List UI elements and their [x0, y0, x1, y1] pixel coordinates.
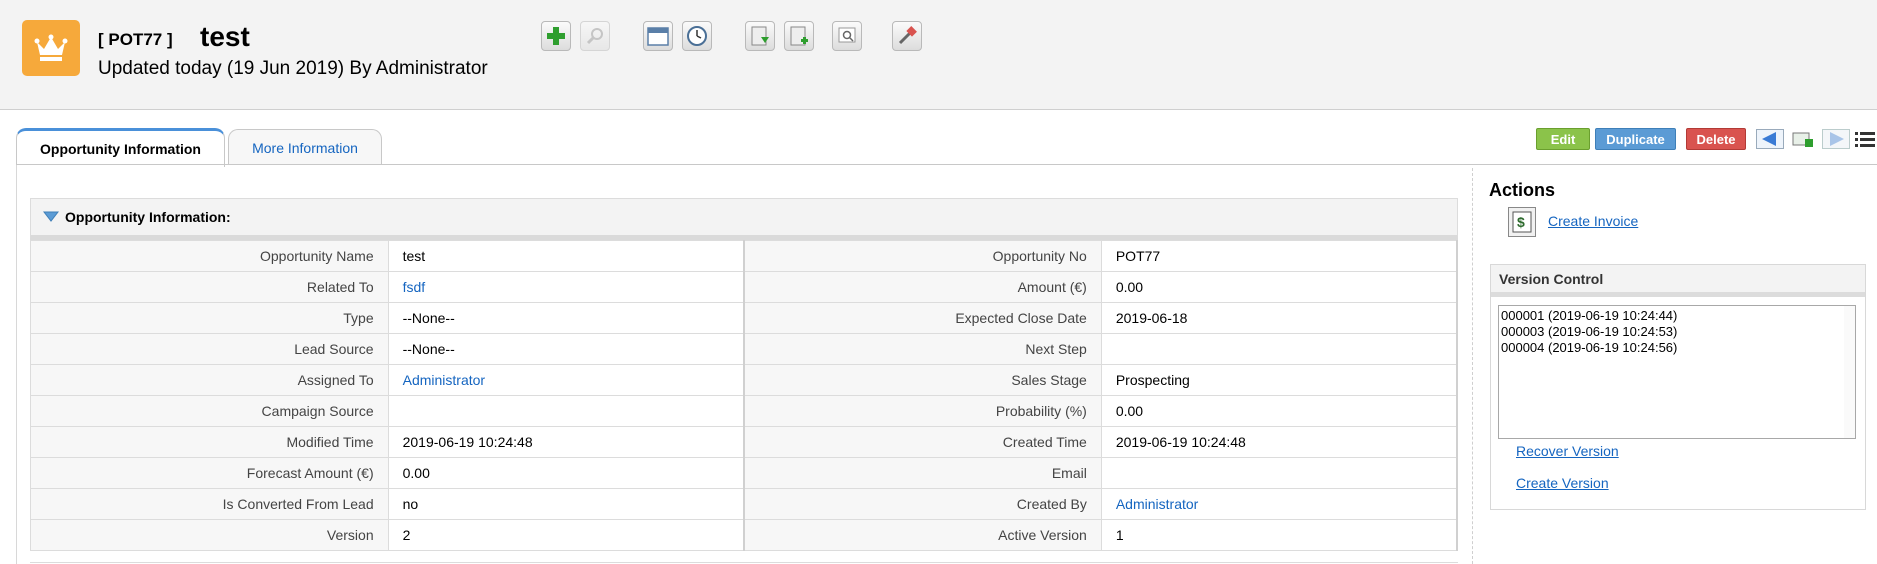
field-value: Administrator	[1100, 488, 1458, 520]
invoice-icon[interactable]: $	[1508, 207, 1536, 237]
svg-text:$: $	[1517, 214, 1525, 230]
add-icon[interactable]	[541, 21, 571, 51]
export-icon[interactable]	[784, 21, 814, 51]
field-label: Active Version	[743, 519, 1102, 551]
sidebar-divider	[1472, 168, 1473, 564]
field-value	[387, 395, 745, 427]
field-label: Assigned To	[30, 364, 389, 396]
tab-more-information[interactable]: More Information	[228, 129, 382, 165]
field-label: Version	[30, 519, 389, 551]
table-row: Related To fsdf Amount (€) 0.00	[30, 271, 1458, 303]
field-value: Administrator	[387, 364, 745, 396]
field-label: Next Step	[743, 333, 1102, 365]
table-row: Lead Source --None-- Next Step	[30, 333, 1458, 365]
field-value: 0.00	[387, 457, 745, 489]
field-label: Email	[743, 457, 1102, 489]
field-value: POT77	[1100, 240, 1458, 272]
settings-icon[interactable]	[892, 21, 922, 51]
duplicate-button[interactable]: Duplicate	[1595, 128, 1676, 150]
collapse-chevron-icon[interactable]	[42, 209, 60, 225]
version-list[interactable]: 000001 (2019-06-19 10:24:44) 000003 (201…	[1498, 305, 1845, 439]
field-value: 0.00	[1100, 395, 1458, 427]
field-label: Sales Stage	[743, 364, 1102, 396]
updated-info: Updated today (19 Jun 2019) By Administr…	[98, 58, 488, 79]
record-number: [ POT77 ]	[98, 30, 173, 49]
section-header[interactable]: Opportunity Information:	[30, 198, 1458, 240]
field-value: 2019-06-19 10:24:48	[1100, 426, 1458, 458]
field-value-link[interactable]: Administrator	[1116, 496, 1198, 512]
version-control-title: Version Control	[1491, 265, 1865, 297]
field-value: 2	[387, 519, 745, 551]
delete-button[interactable]: Delete	[1686, 128, 1746, 150]
import-icon[interactable]	[745, 21, 775, 51]
opportunity-info-table: Opportunity Name test Opportunity No POT77 R…	[30, 240, 1458, 551]
field-value: --None--	[387, 302, 745, 334]
field-value: 2019-06-19 10:24:48	[387, 426, 745, 458]
field-label: Probability (%)	[743, 395, 1102, 427]
clock-icon[interactable]	[682, 21, 712, 51]
field-value: 0.00	[1100, 271, 1458, 303]
field-label: Opportunity No	[743, 240, 1102, 272]
tab-opportunity-information[interactable]: Opportunity Information	[16, 128, 225, 167]
table-row: Modified Time 2019-06-19 10:24:48 Created …	[30, 426, 1458, 458]
field-value: Prospecting	[1100, 364, 1458, 396]
table-row: Type --None-- Expected Close Date 2019-06-1…	[30, 302, 1458, 334]
record-header: [ POT77 ] test Updated today (19 Jun 201…	[0, 0, 1877, 110]
field-value: fsdf	[387, 271, 745, 303]
field-label: Created Time	[743, 426, 1102, 458]
create-invoice-link[interactable]: Create Invoice	[1548, 213, 1638, 229]
table-row: Version 2 Active Version 1	[30, 519, 1458, 551]
version-control-panel: Version Control 000001 (2019-06-19 10:24…	[1490, 264, 1866, 510]
actions-title: Actions	[1489, 180, 1556, 200]
version-item[interactable]: 000004 (2019-06-19 10:24:56)	[1501, 340, 1842, 356]
version-item[interactable]: 000001 (2019-06-19 10:24:44)	[1501, 308, 1842, 324]
field-value-link[interactable]: Administrator	[403, 372, 485, 388]
field-value: 1	[1100, 519, 1458, 551]
field-label: Related To	[30, 271, 389, 303]
record-title: test	[200, 21, 250, 52]
previous-record-icon[interactable]	[1756, 128, 1784, 150]
opportunity-module-icon	[22, 20, 80, 76]
next-record-icon[interactable]	[1822, 128, 1850, 150]
field-value: no	[387, 488, 745, 520]
field-label: Is Converted From Lead	[30, 488, 389, 520]
find-duplicates-icon[interactable]	[832, 21, 862, 51]
field-label: Expected Close Date	[743, 302, 1102, 334]
email-record-icon[interactable]	[1789, 128, 1817, 150]
recover-version-link[interactable]: Recover Version	[1516, 443, 1619, 459]
field-value: test	[387, 240, 745, 272]
table-row: Is Converted From Lead no Created By Admini…	[30, 488, 1458, 520]
list-view-icon[interactable]	[1853, 128, 1877, 150]
create-version-link[interactable]: Create Version	[1516, 475, 1609, 491]
field-label: Campaign Source	[30, 395, 389, 427]
field-label: Opportunity Name	[30, 240, 389, 272]
table-row: Assigned To Administrator Sales Stage Prosp…	[30, 364, 1458, 396]
calendar-icon[interactable]	[643, 21, 673, 51]
field-label: Amount (€)	[743, 271, 1102, 303]
version-item[interactable]: 000003 (2019-06-19 10:24:53)	[1501, 324, 1842, 340]
field-value: 2019-06-18	[1100, 302, 1458, 334]
table-row: Forecast Amount (€) 0.00 Email	[30, 457, 1458, 489]
table-row: Campaign Source Probability (%) 0.00	[30, 395, 1458, 427]
edit-button[interactable]: Edit	[1536, 128, 1590, 150]
section-title: Opportunity Information:	[65, 209, 231, 225]
version-list-scrollbar[interactable]	[1844, 305, 1856, 439]
table-row: Opportunity Name test Opportunity No POT77	[30, 240, 1458, 272]
search-icon[interactable]	[580, 21, 610, 51]
field-label: Created By	[743, 488, 1102, 520]
field-value	[1100, 457, 1458, 489]
field-label: Forecast Amount (€)	[30, 457, 389, 489]
field-label: Type	[30, 302, 389, 334]
field-value: --None--	[387, 333, 745, 365]
table-bottom-line	[30, 562, 1458, 563]
field-label: Lead Source	[30, 333, 389, 365]
field-label: Modified Time	[30, 426, 389, 458]
field-value-link[interactable]: fsdf	[403, 279, 426, 295]
field-value	[1100, 333, 1458, 365]
